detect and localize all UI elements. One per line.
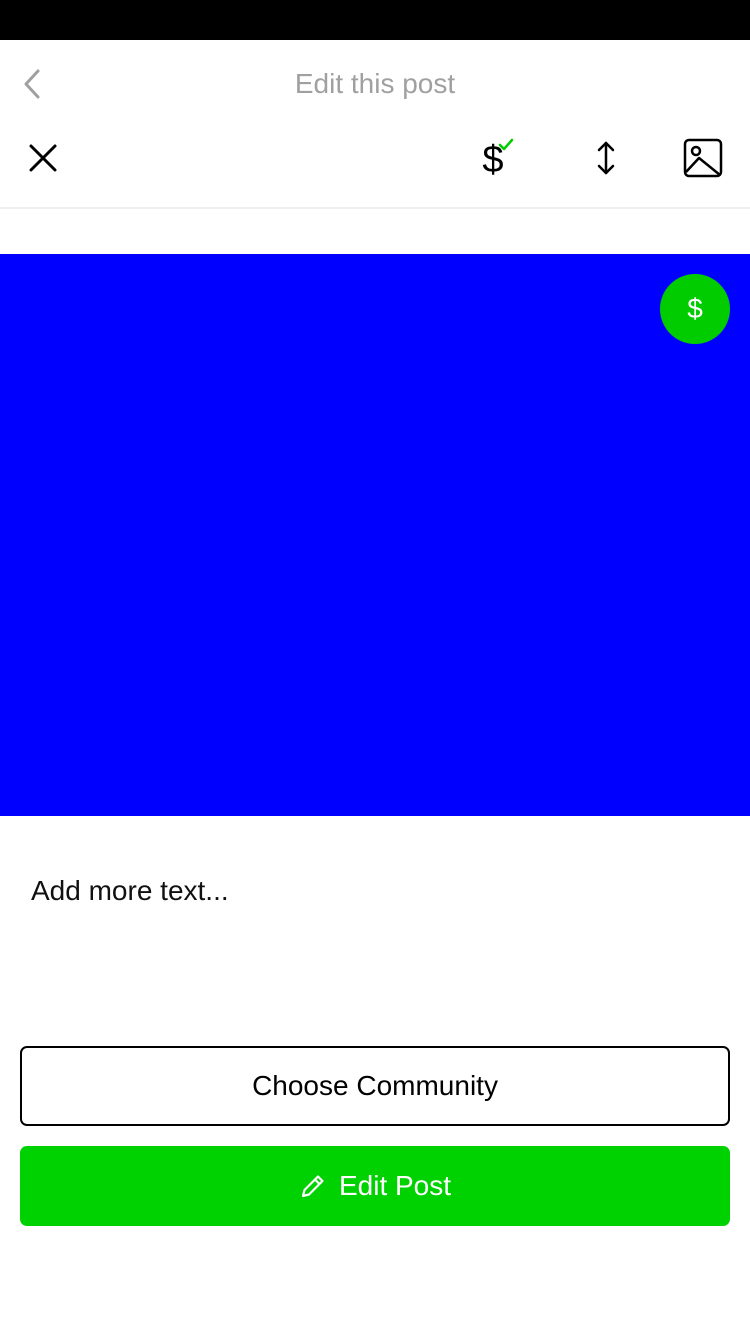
choose-community-button[interactable]: Choose Community <box>20 1046 730 1126</box>
add-image-button[interactable] <box>677 132 729 184</box>
image-icon <box>683 138 723 178</box>
edit-post-button[interactable]: Edit Post <box>20 1146 730 1226</box>
pencil-icon <box>299 1172 327 1200</box>
check-icon <box>498 138 514 151</box>
paid-badge[interactable]: $ <box>660 274 730 344</box>
close-button[interactable] <box>17 132 69 184</box>
paid-content-toggle[interactable]: $ <box>462 132 524 184</box>
vertical-resize-icon <box>597 141 615 175</box>
edit-post-label: Edit Post <box>338 1170 452 1201</box>
resize-button[interactable] <box>580 132 632 184</box>
choose-community-label: Choose Community <box>252 1070 498 1101</box>
page-title: Edit this post <box>294 68 456 99</box>
dollar-icon: $ <box>687 293 703 324</box>
post-text-input[interactable]: Add more text... <box>31 866 721 918</box>
status-bar <box>0 0 750 40</box>
post-media[interactable] <box>0 254 750 816</box>
editor-toolbar: $ <box>0 126 750 209</box>
close-icon <box>29 144 57 172</box>
nav-bar: Edit this post <box>0 40 750 126</box>
